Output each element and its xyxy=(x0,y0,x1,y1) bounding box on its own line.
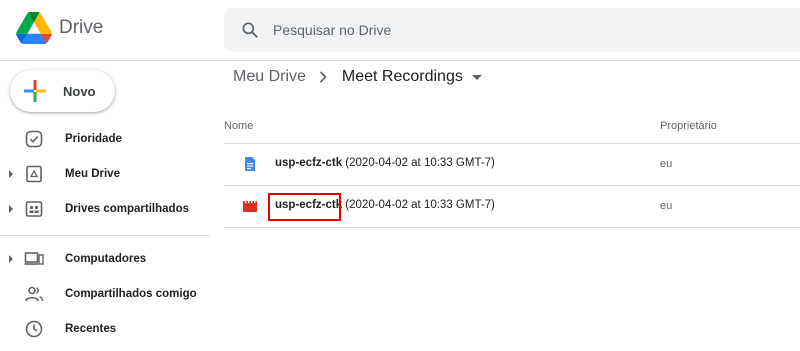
file-name: usp-ecfz-ctk (2020-04-02 at 10:33 GMT-7) xyxy=(275,157,495,169)
sidebar-divider xyxy=(0,235,210,236)
file-name-suffix: (2020-04-02 at 10:33 GMT-7) xyxy=(342,199,495,211)
header-divider xyxy=(0,60,800,61)
column-header-owner[interactable]: Proprietário xyxy=(660,120,717,132)
sidebar-item-my-drive[interactable]: Meu Drive xyxy=(0,159,210,189)
file-owner: eu xyxy=(660,200,673,212)
sidebar-item-label: Meu Drive xyxy=(65,168,120,180)
highlight-annotation-box xyxy=(268,193,341,221)
file-row[interactable]: usp-ecfz-ctk (2020-04-02 at 10:33 GMT-7)… xyxy=(224,143,800,185)
sidebar-item-shared-with-me[interactable]: Compartilhados comigo xyxy=(0,279,210,309)
breadcrumb-current-folder[interactable]: Meet Recordings xyxy=(342,68,482,86)
new-button[interactable]: Novo xyxy=(10,70,115,112)
shared-drives-icon xyxy=(25,201,43,217)
plus-icon xyxy=(24,80,46,102)
file-name-suffix: (2020-04-02 at 10:33 GMT-7) xyxy=(342,157,495,169)
file-owner: eu xyxy=(660,158,673,170)
search-bar[interactable] xyxy=(224,8,800,52)
breadcrumb-current-label: Meet Recordings xyxy=(341,68,463,85)
sidebar-item-recent[interactable]: Recentes xyxy=(0,314,210,344)
drive-logo-icon xyxy=(16,12,52,44)
sidebar-item-computers[interactable]: Computadores xyxy=(0,244,210,274)
sidebar-item-label: Drives compartilhados xyxy=(65,203,189,215)
expand-caret-icon[interactable] xyxy=(9,170,13,178)
sidebar-item-shared-drives[interactable]: Drives compartilhados xyxy=(0,194,210,224)
dropdown-arrow-icon xyxy=(471,74,482,80)
document-icon xyxy=(245,157,255,171)
expand-caret-icon[interactable] xyxy=(9,255,13,263)
chevron-right-icon xyxy=(319,71,327,83)
column-header-name[interactable]: Nome xyxy=(224,120,253,132)
drive-logo[interactable]: Drive xyxy=(16,12,103,44)
sidebar-item-label: Prioridade xyxy=(65,133,122,145)
priority-icon xyxy=(25,130,43,148)
video-icon xyxy=(243,201,257,212)
shared-with-me-icon xyxy=(25,286,44,302)
app-name: Drive xyxy=(59,17,104,38)
new-button-label: Novo xyxy=(63,83,96,99)
search-input[interactable] xyxy=(273,22,673,38)
computers-icon xyxy=(24,252,44,265)
sidebar-item-priority[interactable]: Prioridade xyxy=(0,124,210,154)
sidebar-item-label: Recentes xyxy=(65,323,117,335)
sidebar-item-label: Compartilhados comigo xyxy=(65,288,197,300)
file-name-main: usp-ecfz-ctk xyxy=(275,157,343,169)
breadcrumb: Meu Drive Meet Recordings xyxy=(233,68,482,86)
recent-icon xyxy=(25,320,43,338)
search-icon[interactable] xyxy=(240,20,260,40)
my-drive-icon xyxy=(26,165,42,183)
sidebar-item-label: Computadores xyxy=(65,253,147,265)
breadcrumb-root[interactable]: Meu Drive xyxy=(233,68,306,86)
row-divider xyxy=(224,227,800,228)
expand-caret-icon[interactable] xyxy=(9,205,13,213)
